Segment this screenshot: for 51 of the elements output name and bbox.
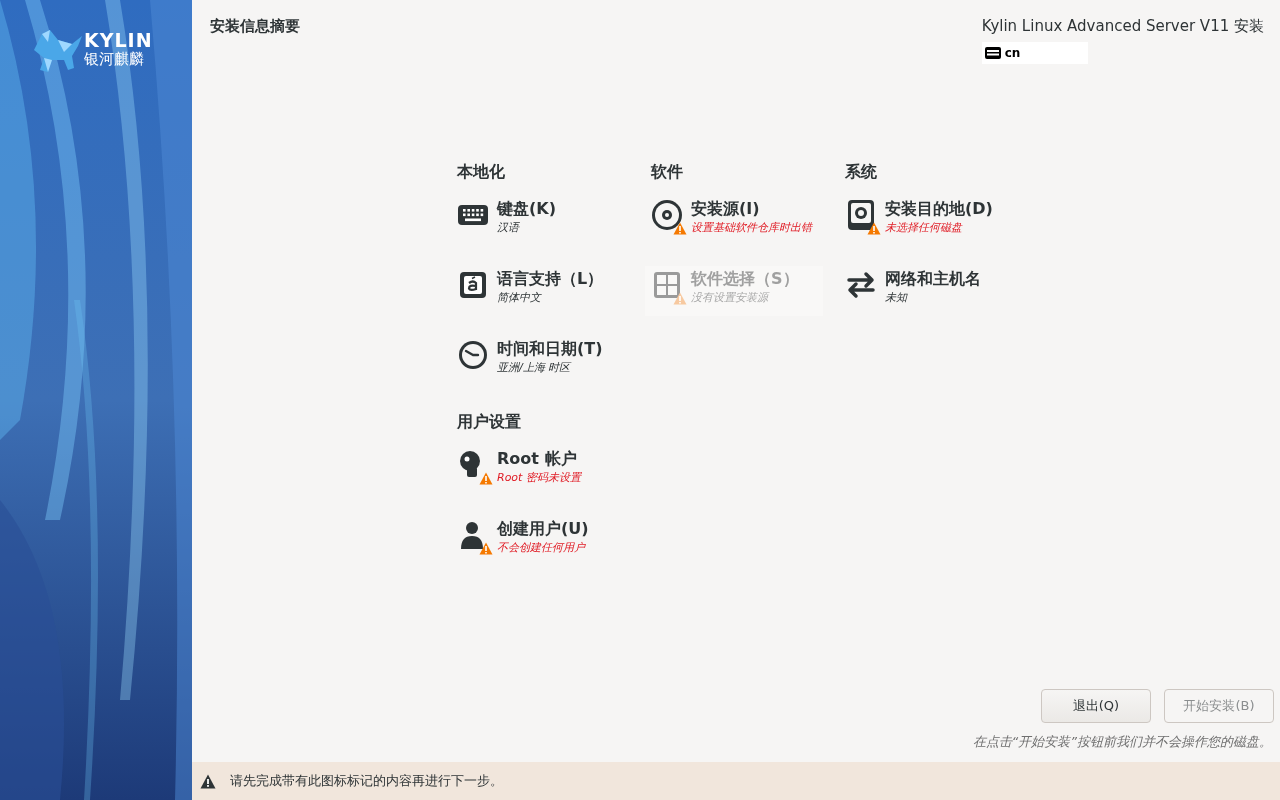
grid-icon <box>651 269 683 301</box>
spoke-title: 创建用户(U) <box>497 518 589 540</box>
spoke-title: 安装目的地(D) <box>885 198 993 220</box>
arrows-icon <box>845 269 877 301</box>
section-heading: 用户设置 <box>457 411 522 433</box>
clock-icon <box>457 339 489 371</box>
hard-drive-icon <box>845 199 877 231</box>
spoke-status: 未知 <box>885 290 909 306</box>
spoke-item[interactable]: 时间和日期(T) 亚洲/上海 时区 <box>451 336 629 386</box>
spoke-item[interactable]: 语言支持（L） 简体中文 <box>451 266 629 316</box>
spoke-title: 安装源(I) <box>691 198 761 220</box>
warning-icon <box>479 542 493 555</box>
spoke-item[interactable]: 键盘(K) 汉语 <box>451 196 629 246</box>
footer-button[interactable]: 退出(Q) <box>1041 688 1151 723</box>
spoke-item[interactable]: 创建用户(U) 不会创建任何用户 <box>451 516 629 566</box>
keyboard-layout-indicator[interactable]: cn <box>981 41 1088 64</box>
spoke-status: 未选择任何磁盘 <box>885 220 964 236</box>
logo-subtitle: 银河麒麟 <box>84 52 145 67</box>
spoke-status: 没有设置安装源 <box>691 290 771 306</box>
disc-icon <box>651 199 683 231</box>
spoke-status: 汉语 <box>497 220 521 236</box>
spoke-item[interactable]: Root 帐户 Root 密码未设置 <box>451 446 629 496</box>
keyboard-icon <box>984 46 1001 59</box>
warning-icon <box>200 773 216 789</box>
spoke-status: 不会创建任何用户 <box>497 540 587 556</box>
warning-icon <box>673 222 687 235</box>
spoke-title: 网络和主机名 <box>885 268 981 290</box>
spoke-item[interactable]: 安装源(I) 设置基础软件仓库时出错 <box>645 196 823 246</box>
spoke-status: Root 密码未设置 <box>497 470 581 486</box>
warning-icon <box>673 292 687 305</box>
spoke-title: 软件选择（S） <box>691 268 799 290</box>
section-heading: 本地化 <box>457 161 506 183</box>
section-heading: 系统 <box>845 161 878 183</box>
spoke-item[interactable]: 安装目的地(D) 未选择任何磁盘 <box>839 196 1017 246</box>
spoke-title: 键盘(K) <box>497 198 557 220</box>
section-heading: 软件 <box>651 161 684 183</box>
warning-text: 请先完成带有此图标标记的内容再进行下一步。 <box>230 772 503 791</box>
logo-name: KYLIN <box>84 31 153 50</box>
warning-icon <box>867 222 881 235</box>
spoke-title: Root 帐户 <box>497 448 578 470</box>
page-title: 安装信息摘要 <box>210 16 300 37</box>
spoke-status: 亚洲/上海 时区 <box>497 360 573 376</box>
spoke-title: 语言支持（L） <box>497 268 604 290</box>
spoke-title: 时间和日期(T) <box>497 338 603 360</box>
product-title: Kylin Linux Advanced Server V11 安装 <box>981 16 1264 37</box>
spoke-status: 设置基础软件仓库时出错 <box>691 220 812 236</box>
language-icon <box>457 269 489 301</box>
spoke-status: 简体中文 <box>497 290 543 306</box>
spoke-item[interactable]: 网络和主机名 未知 <box>839 266 1017 316</box>
disk-note: 在点击“开始安装”按钮前我们并不会操作您的磁盘。 <box>972 732 1272 751</box>
warning-icon <box>479 472 493 485</box>
